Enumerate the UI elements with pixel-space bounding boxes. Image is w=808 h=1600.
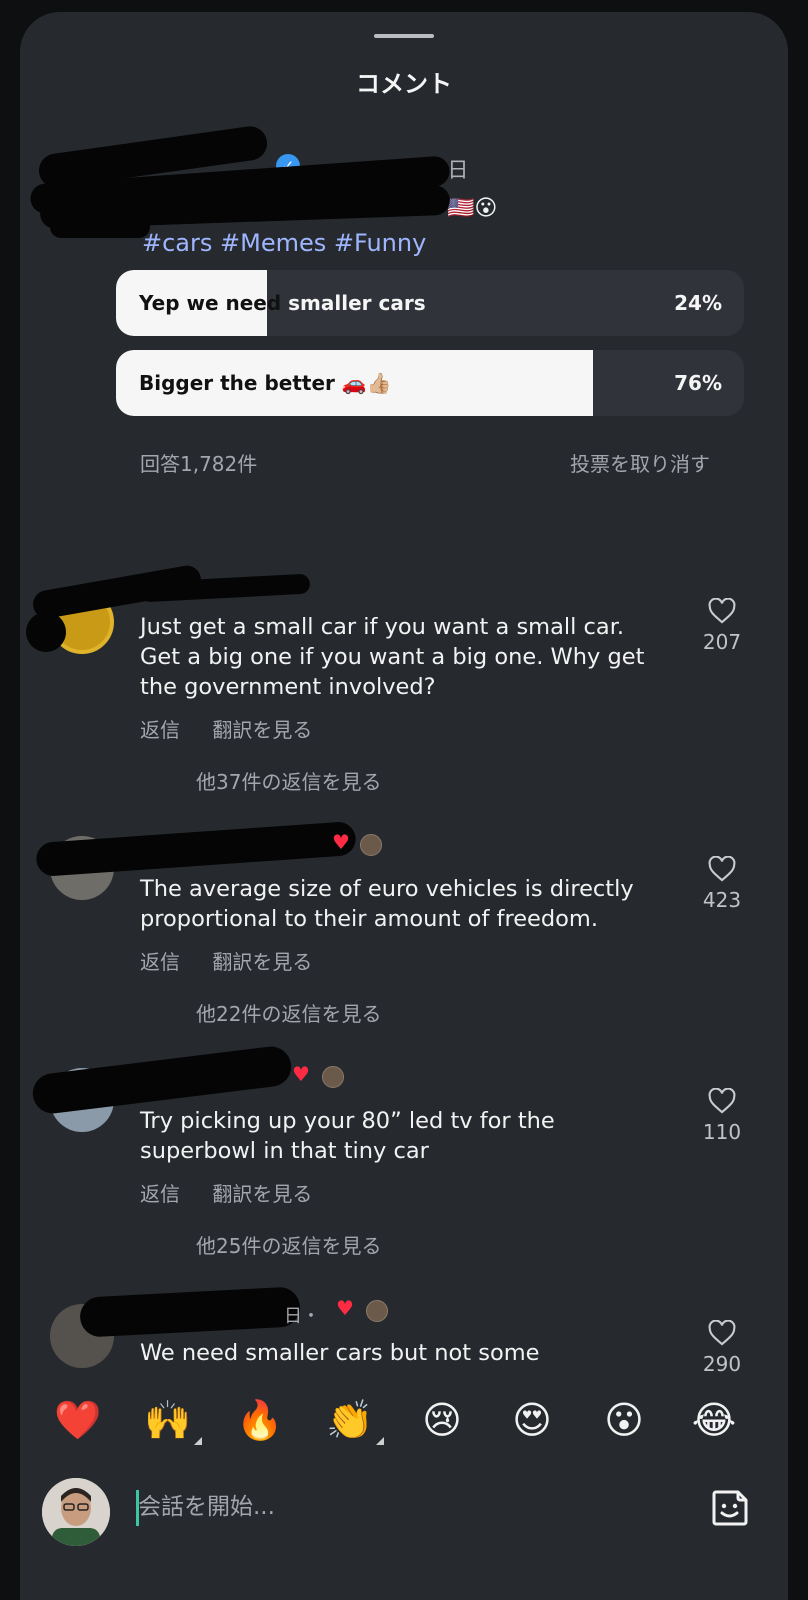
creator-avatar-mini bbox=[366, 1300, 388, 1322]
comment-like[interactable]: 207 bbox=[688, 598, 756, 654]
comment-text: The average size of euro vehicles is dir… bbox=[140, 876, 634, 932]
poll-option-2[interactable]: Bigger the better 🚗👍🏼 76% bbox=[116, 350, 744, 416]
redaction bbox=[26, 612, 66, 652]
sheet-grabber[interactable] bbox=[374, 34, 434, 38]
comments-sheet: コメント ✓ ・ フォロー 6日 🇺🇸😮 #cars #Memes #Funny… bbox=[20, 12, 788, 1600]
creator-avatar-mini bbox=[360, 834, 382, 856]
laughing-emoji-icon[interactable]: 😂 bbox=[686, 1398, 742, 1442]
comment-text: We need smaller cars but not some bbox=[140, 1340, 540, 1366]
quick-reaction-bar: ❤️ 🙌 🔥 👏 😢 😍 😮 😂 bbox=[20, 1388, 788, 1468]
comment-like[interactable]: 110 bbox=[688, 1088, 756, 1144]
heart-outline-icon[interactable] bbox=[708, 1088, 736, 1114]
reply-button[interactable]: 返信 bbox=[140, 950, 180, 974]
creator-avatar-mini bbox=[322, 1066, 344, 1088]
translate-button[interactable]: 翻訳を見る bbox=[212, 1182, 312, 1206]
caption-emoji: 🇺🇸😮 bbox=[447, 196, 498, 221]
heart-outline-icon[interactable] bbox=[708, 856, 736, 882]
sheet-title: コメント bbox=[356, 70, 452, 98]
avatar-face-icon bbox=[42, 1478, 110, 1546]
creator-liked-heart-icon: ♥ bbox=[332, 830, 350, 854]
comment-time-fragment: 日・ bbox=[284, 1306, 320, 1327]
view-replies-button[interactable]: 他22件の返信を見る bbox=[196, 998, 381, 1027]
poll-response-count: 回答1,782件 bbox=[140, 452, 258, 476]
comment-actions: 返信 翻訳を見る bbox=[140, 946, 338, 975]
crying-emoji-icon[interactable]: 😢 bbox=[414, 1398, 470, 1442]
heart-outline-icon[interactable] bbox=[708, 598, 736, 624]
creator-liked-heart-icon: ♥ bbox=[336, 1296, 354, 1320]
comment-input[interactable] bbox=[138, 1482, 658, 1532]
sticker-icon[interactable] bbox=[708, 1486, 752, 1530]
heart-outline-icon[interactable] bbox=[708, 1320, 736, 1346]
comment-text: Try picking up your 80” led tv for the s… bbox=[140, 1108, 555, 1164]
like-count: 423 bbox=[702, 888, 742, 912]
view-replies-button[interactable]: 他25件の返信を見る bbox=[196, 1230, 381, 1259]
clapping-emoji-icon[interactable]: 👏 bbox=[322, 1398, 384, 1445]
like-count: 207 bbox=[702, 630, 742, 654]
heart-emoji-icon[interactable]: ❤️ bbox=[50, 1398, 106, 1443]
undo-vote-button[interactable]: 投票を取り消す bbox=[570, 448, 710, 477]
like-count: 110 bbox=[702, 1120, 742, 1144]
caption-hashtags[interactable]: #cars #Memes #Funny bbox=[142, 229, 426, 257]
poll-option-percent: 76% bbox=[674, 371, 722, 395]
poll-option-percent: 24% bbox=[674, 291, 722, 315]
poll-option-label: Yep we need smaller cars bbox=[139, 291, 426, 315]
surprised-emoji-icon[interactable]: 😮 bbox=[596, 1398, 652, 1442]
comment-actions: 返信 翻訳を見る bbox=[140, 714, 338, 743]
comment-like[interactable]: 290 bbox=[688, 1320, 756, 1376]
heart-eyes-emoji-icon[interactable]: 😍 bbox=[504, 1398, 560, 1442]
poll-option-1[interactable]: Yep we need smaller cars 24% bbox=[116, 270, 744, 336]
comment-actions: 返信 翻訳を見る bbox=[140, 1178, 338, 1207]
redaction bbox=[50, 216, 150, 238]
raised-hands-emoji-icon[interactable]: 🙌 bbox=[140, 1398, 202, 1445]
fire-emoji-icon[interactable]: 🔥 bbox=[232, 1398, 288, 1443]
reply-button[interactable]: 返信 bbox=[140, 718, 180, 742]
like-count: 290 bbox=[702, 1352, 742, 1376]
comment-composer bbox=[20, 1468, 788, 1600]
redaction bbox=[79, 1286, 301, 1338]
poll-option-label: Bigger the better 🚗👍🏼 bbox=[139, 371, 392, 395]
view-replies-button[interactable]: 他37件の返信を見る bbox=[196, 766, 381, 795]
creator-liked-heart-icon: ♥ bbox=[292, 1062, 310, 1086]
reply-button[interactable]: 返信 bbox=[140, 1182, 180, 1206]
redaction bbox=[30, 1044, 294, 1116]
user-avatar[interactable] bbox=[42, 1478, 110, 1546]
translate-button[interactable]: 翻訳を見る bbox=[212, 950, 312, 974]
redaction bbox=[35, 820, 357, 878]
translate-button[interactable]: 翻訳を見る bbox=[212, 718, 312, 742]
comment-text: Just get a small car if you want a small… bbox=[140, 614, 645, 700]
comment-like[interactable]: 423 bbox=[688, 856, 756, 912]
